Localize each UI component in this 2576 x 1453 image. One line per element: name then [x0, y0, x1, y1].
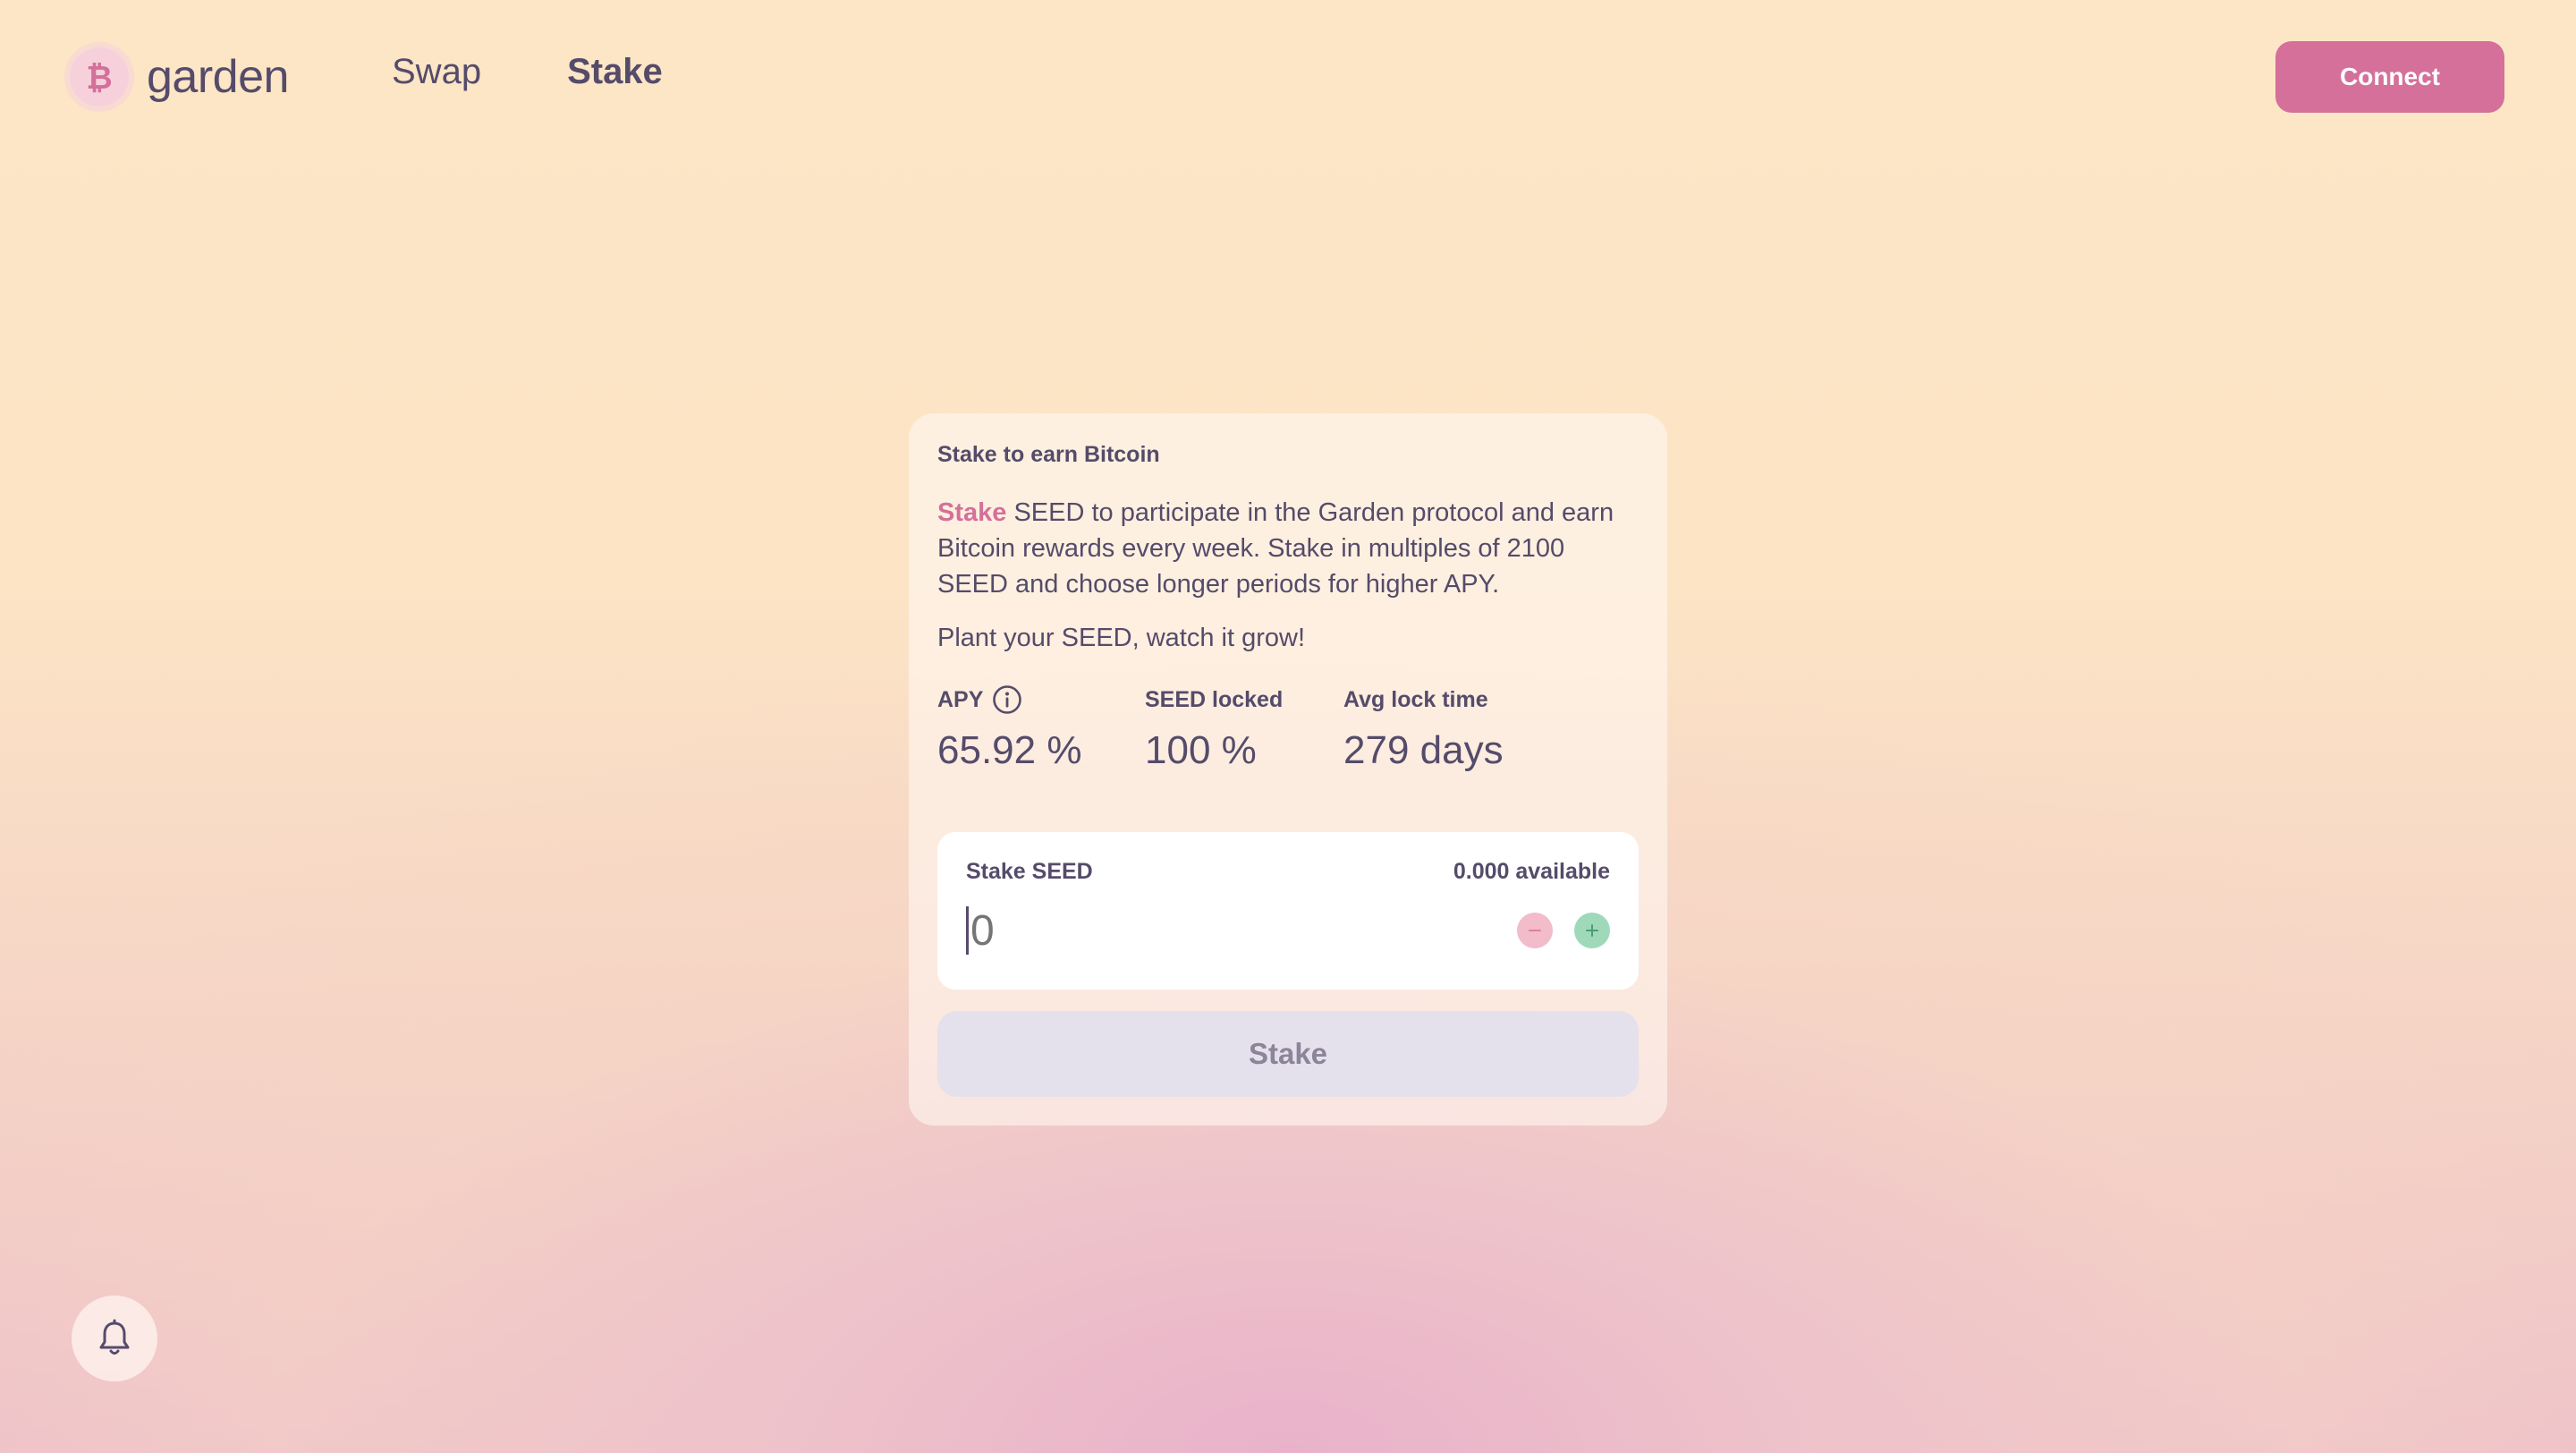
- stake-button[interactable]: Stake: [937, 1011, 1639, 1097]
- bell-icon: [99, 1319, 130, 1355]
- stat-avg-lock-time-label: Avg lock time: [1343, 686, 1488, 712]
- stat-seed-locked: SEED locked 100 %: [1145, 684, 1283, 773]
- svg-text:₿: ₿: [86, 59, 112, 95]
- stat-apy-label-row: APY: [937, 684, 1081, 716]
- plus-icon: [1586, 924, 1598, 937]
- tagline: Plant your SEED, watch it grow!: [937, 624, 1305, 652]
- stat-apy-label: APY: [937, 686, 984, 712]
- stat-seed-locked-label: SEED locked: [1145, 686, 1284, 712]
- stake-amount-input[interactable]: [966, 906, 1413, 955]
- quantity-stepper: [1517, 913, 1610, 948]
- garden-logo[interactable]: ₿ garden: [70, 45, 289, 109]
- bitcoin-icon: ₿: [70, 47, 129, 106]
- stake-input-box: Stake SEED 0.000 available: [937, 832, 1639, 990]
- nav-swap[interactable]: Swap: [392, 52, 481, 92]
- increment-button[interactable]: [1574, 913, 1610, 948]
- logo-text: garden: [147, 51, 289, 103]
- minus-icon: [1529, 930, 1541, 931]
- stake-card: Stake to earn Bitcoin Stake SEED to part…: [909, 413, 1667, 1126]
- stat-apy-value: 65.92 %: [937, 728, 1082, 772]
- available-balance: 0.000 available: [1453, 859, 1610, 884]
- stats-row: APY 65.92 % SEED locked 100 % Avg lock t…: [937, 684, 1639, 773]
- stat-seed-locked-value: 100 %: [1145, 728, 1257, 772]
- nav-stake[interactable]: Stake: [567, 52, 663, 92]
- stake-input-row: [966, 906, 1610, 955]
- description-text: SEED to participate in the Garden protoc…: [937, 498, 1614, 599]
- stake-link[interactable]: Stake: [937, 498, 1006, 527]
- card-title: Stake to earn Bitcoin: [937, 442, 1160, 467]
- info-icon[interactable]: [992, 684, 1022, 715]
- notifications-button[interactable]: [72, 1296, 157, 1381]
- decrement-button[interactable]: [1517, 913, 1553, 948]
- stake-input-label: Stake SEED: [966, 859, 1093, 884]
- stat-apy: APY 65.92 %: [937, 684, 1081, 773]
- main-nav: Swap Stake: [392, 52, 663, 92]
- stake-description: Stake SEED to participate in the Garden …: [937, 495, 1639, 602]
- stake-input-header: Stake SEED 0.000 available: [966, 859, 1610, 885]
- stat-avg-lock-time-value: 279 days: [1343, 728, 1504, 772]
- top-header: ₿ garden Swap Stake Connect: [0, 0, 2576, 154]
- stat-avg-lock-time: Avg lock time 279 days: [1343, 684, 1504, 773]
- connect-button[interactable]: Connect: [2275, 41, 2504, 113]
